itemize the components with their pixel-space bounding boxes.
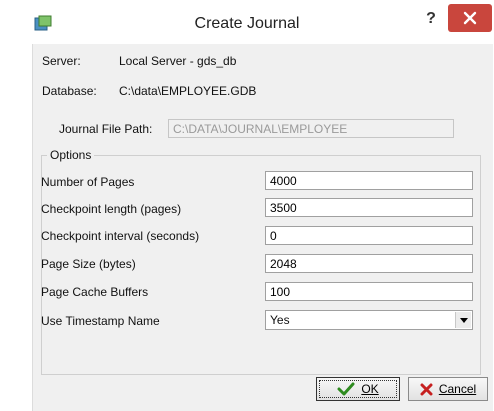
ok-button[interactable]: OK [316, 377, 400, 401]
close-button[interactable] [448, 4, 492, 32]
checkpoint-interval-label: Checkpoint interval (seconds) [41, 229, 200, 243]
journal-path-input[interactable] [168, 119, 454, 138]
number-of-pages-input[interactable] [265, 171, 473, 190]
checkpoint-length-input[interactable] [265, 198, 473, 217]
database-value: C:\data\EMPLOYEE.GDB [119, 84, 257, 98]
use-timestamp-name-select[interactable]: Yes [265, 310, 473, 330]
dialog-body: Server: Local Server - gds_db Database: … [32, 44, 493, 411]
checkpoint-interval-input[interactable] [265, 226, 473, 245]
page-cache-buffers-input[interactable] [265, 282, 473, 301]
create-journal-dialog: Create Journal ? Server: Local Server - … [0, 0, 494, 411]
ok-button-label: OK [361, 382, 379, 396]
x-icon [420, 383, 433, 395]
cancel-button-label: Cancel [438, 382, 477, 396]
use-timestamp-name-label: Use Timestamp Name [41, 314, 160, 328]
chevron-down-icon[interactable] [455, 312, 471, 328]
checkmark-icon [337, 382, 355, 396]
cancel-button[interactable]: Cancel [408, 377, 488, 401]
title-bar[interactable]: Create Journal ? [0, 0, 494, 44]
server-value: Local Server - gds_db [119, 54, 237, 68]
close-icon [463, 11, 477, 25]
page-size-input[interactable] [265, 254, 473, 273]
use-timestamp-name-value: Yes [270, 313, 290, 327]
server-label: Server: [42, 54, 81, 68]
help-button[interactable]: ? [418, 8, 444, 30]
page-cache-buffers-label: Page Cache Buffers [41, 285, 149, 299]
number-of-pages-label: Number of Pages [41, 175, 135, 189]
checkpoint-length-label: Checkpoint length (pages) [41, 202, 182, 216]
options-group-title: Options [47, 148, 95, 162]
page-size-label: Page Size (bytes) [41, 257, 136, 271]
database-label: Database: [42, 84, 97, 98]
journal-path-label: Journal File Path: [59, 122, 153, 136]
